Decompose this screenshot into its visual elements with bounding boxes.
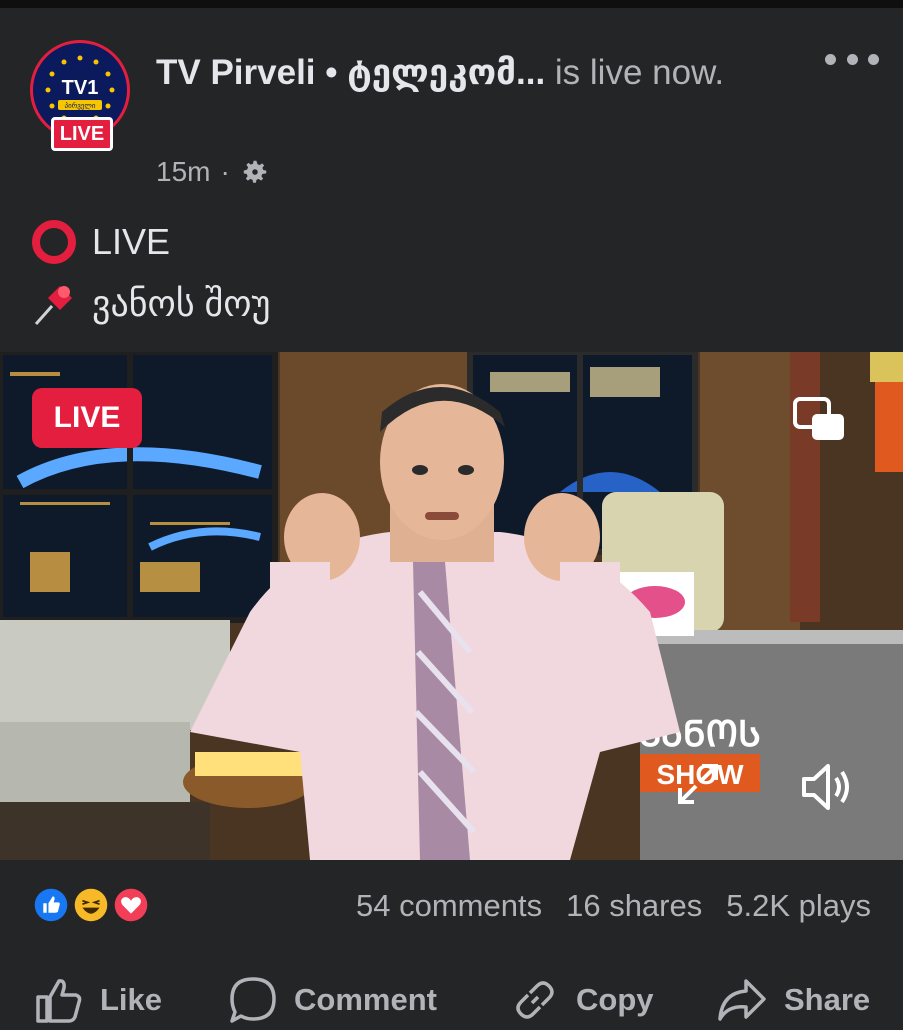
more-icon: [825, 53, 836, 65]
plays-count: 5.2K plays: [726, 888, 871, 923]
more-icon-dot: [868, 53, 879, 65]
like-reaction-icon: [30, 884, 72, 926]
svg-text:TV1: TV1: [62, 77, 99, 99]
top-bar: [0, 0, 903, 8]
live-video-player[interactable]: ᲕᲐᲜᲝᲡ SHOW LIVE: [0, 352, 903, 860]
meta-separator: ·: [220, 156, 230, 187]
caption-line-show: ვანოს შოუ: [30, 280, 270, 328]
post-meta: 15m ·: [156, 152, 270, 192]
volume-icon[interactable]: [800, 760, 854, 814]
comments-count[interactable]: 54 comments: [356, 888, 542, 924]
caption-line-live: LIVE: [30, 218, 170, 266]
svg-text:პირველი: პირველი: [65, 101, 96, 110]
share-button[interactable]: Share: [716, 970, 870, 1030]
avatar-live-badge: LIVE: [51, 117, 113, 151]
like-icon: [36, 979, 82, 1023]
engagement-stats: 54 comments 16 shares 5.2K plays: [356, 884, 871, 928]
post-title: TV Pirveli • ტელეკომ... is live now.: [156, 48, 796, 98]
copy-label: Copy: [576, 982, 654, 1017]
share-label: Share: [784, 982, 871, 1017]
post-actions: Like Comment Copy Share: [0, 970, 903, 1030]
post-time[interactable]: 15m: [156, 156, 210, 188]
caption-live-text: LIVE: [92, 221, 171, 262]
video-live-badge: LIVE: [32, 388, 142, 448]
more-icon-dot: [846, 53, 858, 65]
settings-gear-icon[interactable]: [240, 157, 270, 187]
like-button[interactable]: Like: [34, 970, 162, 1030]
expand-icon[interactable]: [676, 762, 720, 806]
more-options-button[interactable]: [825, 44, 879, 74]
comment-label: Comment: [294, 982, 437, 1017]
comment-icon: [230, 977, 276, 1023]
copy-link-button[interactable]: Copy: [510, 970, 654, 1030]
love-reaction-icon: [110, 884, 152, 926]
comment-button[interactable]: Comment: [228, 970, 437, 1030]
caption-show-text: ვანოს შოუ: [92, 283, 271, 324]
share-icon: [718, 979, 766, 1021]
pip-icon[interactable]: [792, 396, 846, 442]
reaction-summary[interactable]: [30, 884, 156, 928]
haha-reaction-icon: [70, 884, 112, 926]
page-name-link[interactable]: TV Pirveli • ტელეკომ...: [156, 53, 545, 92]
live-status-text: is live now.: [545, 53, 725, 92]
shares-count[interactable]: 16 shares: [566, 888, 702, 924]
like-label: Like: [100, 982, 163, 1017]
page-avatar[interactable]: TV1 პირველი LIVE: [30, 40, 134, 152]
copy-link-icon: [516, 981, 554, 1019]
live-circle-icon: [32, 220, 76, 264]
pushpin-icon: [34, 286, 72, 325]
